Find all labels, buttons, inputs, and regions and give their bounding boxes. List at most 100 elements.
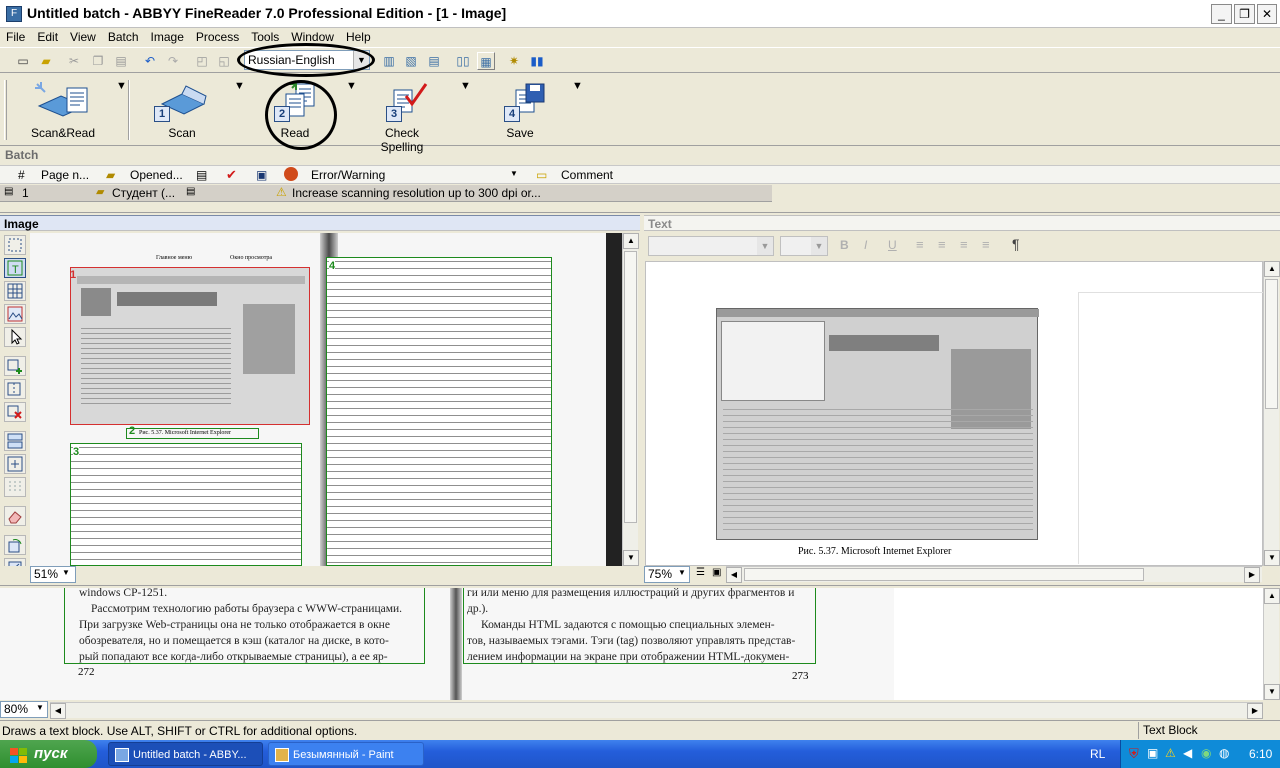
chevron-down-icon[interactable]: ▼	[678, 568, 686, 577]
image-vscroll[interactable]: ▲ ▼	[622, 233, 639, 566]
align-left-icon[interactable]: ≡	[916, 237, 924, 252]
view-text-icon[interactable]: ▤	[425, 52, 443, 70]
col-error-warning[interactable]: Error/Warning	[311, 168, 385, 182]
alert-icon[interactable]: ⚠	[1165, 746, 1176, 760]
scroll-left-icon[interactable]: ◀	[726, 567, 742, 583]
menu-image[interactable]: Image	[145, 30, 190, 44]
col-page-name[interactable]: Page n...	[41, 168, 89, 182]
renumber-icon[interactable]	[4, 454, 26, 474]
underline-icon[interactable]: U	[888, 238, 897, 252]
page-next-icon[interactable]: ◱	[215, 52, 233, 70]
shield-icon[interactable]: ⛨	[1129, 746, 1139, 762]
task-paint[interactable]: Безымянный - Paint	[268, 742, 424, 766]
pane-splitter[interactable]	[640, 215, 644, 585]
col-error-dropdown[interactable]: ▼	[510, 169, 518, 178]
nvidia-icon[interactable]: ◉	[1201, 746, 1211, 760]
undo-icon[interactable]: ↶	[141, 52, 159, 70]
chevron-down-icon[interactable]: ▼	[811, 237, 827, 255]
layout-view-icon[interactable]: ▣	[712, 567, 721, 578]
start-button[interactable]: пуск	[0, 740, 97, 768]
col-comment[interactable]: Comment	[561, 168, 613, 182]
maximize-button[interactable]: ❐	[1234, 4, 1255, 24]
view-image-icon[interactable]: ▧	[402, 52, 420, 70]
menu-view[interactable]: View	[64, 30, 102, 44]
font-select[interactable]: ▼	[648, 236, 774, 256]
italic-icon[interactable]: I	[864, 238, 867, 252]
delete-block-icon[interactable]	[4, 402, 26, 422]
batch-row[interactable]: ▤ 1 ▰ Студент (... ▤ ⚠ Increase scanning…	[0, 185, 772, 202]
read-dropdown[interactable]: ▼	[346, 80, 357, 92]
align-right-icon[interactable]: ≡	[960, 237, 968, 252]
close-button[interactable]: ✕	[1257, 4, 1277, 24]
font-size-select[interactable]: ▼	[780, 236, 828, 256]
scan-read-dropdown[interactable]: ▼	[116, 80, 127, 92]
scan-dropdown[interactable]: ▼	[234, 80, 245, 92]
order-blocks-icon[interactable]	[4, 431, 26, 451]
pointer-tool-icon[interactable]	[4, 327, 26, 347]
scroll-down-icon[interactable]: ▼	[623, 550, 639, 566]
text-block-4[interactable]: 4	[326, 257, 552, 566]
cut-block-icon[interactable]	[4, 379, 26, 399]
network-icon[interactable]: ▣	[1147, 746, 1158, 760]
table-block-tool-icon[interactable]	[4, 281, 26, 301]
scroll-up-icon[interactable]: ▲	[1264, 588, 1280, 604]
save-dropdown[interactable]: ▼	[572, 80, 583, 92]
picture-block-tool-icon[interactable]	[4, 304, 26, 324]
language-indicator[interactable]: RL	[1090, 747, 1105, 761]
zoom-vscroll[interactable]: ▲ ▼	[1263, 588, 1280, 700]
options-icon[interactable]: ✷	[505, 52, 523, 70]
scroll-up-icon[interactable]: ▲	[623, 233, 639, 249]
chevron-down-icon[interactable]: ▼	[62, 568, 70, 577]
volume-icon[interactable]: ◀	[1183, 746, 1192, 760]
zoom-hscroll[interactable]: ◀ ▶	[50, 702, 1263, 719]
grid-icon[interactable]	[4, 477, 26, 497]
rotate-icon[interactable]	[4, 535, 26, 555]
paste-icon[interactable]: ▤	[112, 52, 130, 70]
picture-block-1[interactable]: 1	[70, 267, 310, 425]
check-spelling-dropdown[interactable]: ▼	[460, 80, 471, 92]
save-button[interactable]: 4 Save	[490, 80, 550, 140]
menu-batch[interactable]: Batch	[102, 30, 145, 44]
text-hscroll[interactable]: ◀ ▶	[726, 566, 1262, 583]
menu-tools[interactable]: Tools	[245, 30, 285, 44]
add-block-icon[interactable]	[4, 356, 26, 376]
scroll-right-icon[interactable]: ▶	[1247, 703, 1263, 719]
select-area-icon[interactable]	[4, 235, 26, 255]
page-prev-icon[interactable]: ◰	[193, 52, 211, 70]
zoom-text-block-left[interactable]: windows CP-1251. Рассмотрим технологию р…	[64, 588, 425, 664]
page-view-icon[interactable]: ☰	[696, 567, 705, 578]
align-center-icon[interactable]: ≡	[938, 237, 946, 252]
caption-block-2[interactable]: 2 Рис. 5.37. Microsoft Internet Explorer	[126, 425, 259, 439]
zoom-pane[interactable]: windows CP-1251. Рассмотрим технологию р…	[0, 588, 1263, 700]
scroll-left-icon[interactable]: ◀	[50, 703, 66, 719]
copy-icon[interactable]: ❐	[89, 52, 107, 70]
cut-icon[interactable]: ✂	[65, 52, 83, 70]
split-view-icon[interactable]: ▯▯	[454, 52, 472, 70]
help-book-icon[interactable]: ▮▮	[528, 52, 546, 70]
scan-read-button[interactable]: Scan&Read	[26, 80, 100, 140]
menu-file[interactable]: File	[0, 30, 31, 44]
align-justify-icon[interactable]: ≡	[982, 237, 990, 252]
scan-button[interactable]: 1 Scan	[150, 80, 214, 140]
col-opened[interactable]: Opened...	[130, 168, 183, 182]
text-vscroll-thumb[interactable]	[1265, 279, 1278, 409]
chevron-down-icon[interactable]: ▼	[36, 703, 44, 712]
col-num[interactable]: #	[18, 168, 25, 182]
eraser-icon[interactable]	[4, 506, 26, 526]
table-view-icon[interactable]: ▦	[477, 52, 495, 70]
redo-icon[interactable]: ↷	[164, 52, 182, 70]
scroll-down-icon[interactable]: ▼	[1264, 684, 1280, 700]
text-vscroll[interactable]: ▲ ▼	[1263, 261, 1280, 566]
menu-process[interactable]: Process	[190, 30, 245, 44]
image-vscroll-thumb[interactable]	[624, 251, 637, 523]
minimize-button[interactable]: _	[1211, 4, 1232, 24]
zoom-text-block-right[interactable]: ги или меню для размещения иллюстраций и…	[463, 588, 816, 664]
scanned-page[interactable]: Главное меню Окно просмотра 1 2 Рис. 5.3…	[30, 233, 622, 566]
menu-window[interactable]: Window	[285, 30, 340, 44]
new-icon[interactable]: ▭	[14, 52, 32, 70]
scroll-up-icon[interactable]: ▲	[1264, 261, 1280, 277]
task-finereader[interactable]: Untitled batch - ABBY...	[108, 742, 263, 766]
chevron-down-icon[interactable]: ▼	[757, 237, 773, 255]
antivirus-icon[interactable]: ◍	[1219, 746, 1229, 760]
text-document[interactable]: Рис. 5.37. Microsoft Internet Explorer	[645, 261, 1264, 566]
